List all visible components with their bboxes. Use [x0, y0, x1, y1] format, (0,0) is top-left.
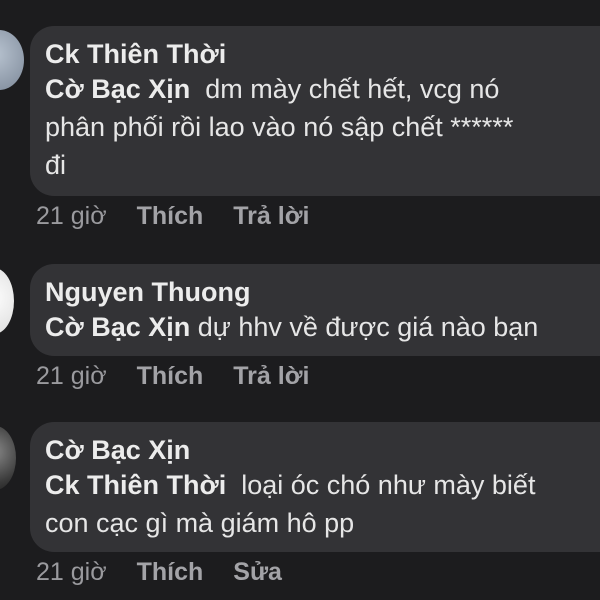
comment-actions: 21 giờ Thích Sửa — [36, 558, 312, 587]
avatar[interactable] — [0, 30, 24, 90]
like-button[interactable]: Thích — [137, 558, 204, 587]
comment-text: Cờ Bạc Xịn dm mày chết hết, vcg nó phân … — [45, 70, 600, 184]
comment-author[interactable]: Ck Thiên Thời — [45, 38, 600, 70]
like-button[interactable]: Thích — [137, 362, 204, 391]
comment-body: dự hhv về được giá nào bạn — [197, 312, 539, 342]
reply-button[interactable]: Trả lời — [233, 202, 309, 231]
comment-thread: Ck Thiên Thời Cờ Bạc Xịn dm mày chết hết… — [0, 0, 600, 600]
edit-button[interactable]: Sửa — [233, 558, 282, 587]
like-button[interactable]: Thích — [137, 202, 204, 231]
comment-text: Ck Thiên Thời loại óc chó như mày biết c… — [45, 466, 600, 542]
comment-timestamp: 21 giờ — [36, 362, 107, 390]
avatar[interactable] — [0, 268, 14, 334]
mention-link[interactable]: Ck Thiên Thời — [45, 470, 226, 500]
avatar[interactable] — [0, 426, 16, 490]
comment-bubble: Cờ Bạc Xịn Ck Thiên Thời loại óc chó như… — [30, 422, 600, 552]
reply-button[interactable]: Trả lời — [233, 362, 309, 391]
comment-timestamp: 21 giờ — [36, 558, 107, 586]
comment-actions: 21 giờ Thích Trả lời — [36, 202, 339, 231]
comment-author[interactable]: Cờ Bạc Xịn — [45, 434, 600, 466]
comment-bubble: Nguyen Thuong Cờ Bạc Xịn dự hhv về được … — [30, 264, 600, 356]
comment-text: Cờ Bạc Xịn dự hhv về được giá nào bạn — [45, 308, 600, 346]
mention-link[interactable]: Cờ Bạc Xịn — [45, 74, 190, 104]
comment-bubble: Ck Thiên Thời Cờ Bạc Xịn dm mày chết hết… — [30, 26, 600, 196]
comment-author[interactable]: Nguyen Thuong — [45, 276, 600, 308]
comment-timestamp: 21 giờ — [36, 202, 107, 230]
mention-link[interactable]: Cờ Bạc Xịn — [45, 312, 190, 342]
comment-actions: 21 giờ Thích Trả lời — [36, 362, 339, 391]
